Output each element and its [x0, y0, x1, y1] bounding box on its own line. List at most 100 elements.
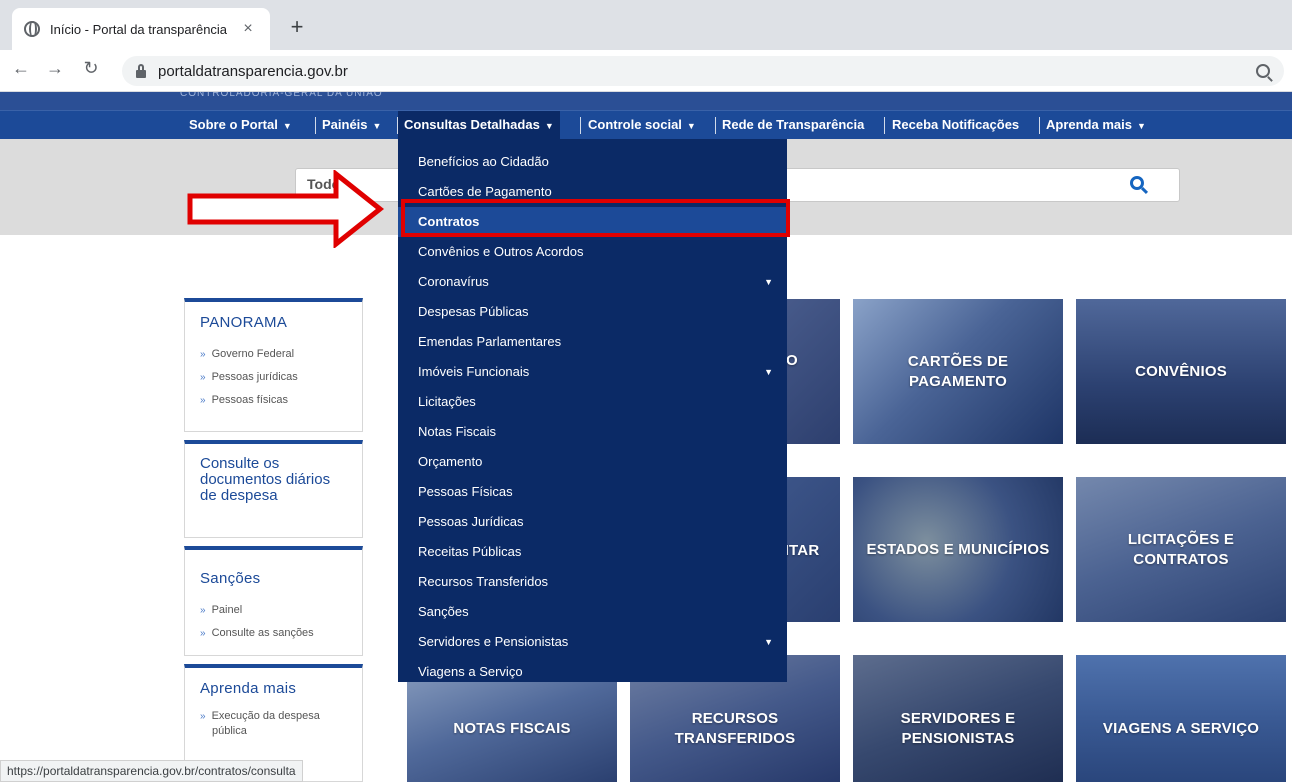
nav-label: Controle social: [588, 117, 682, 132]
nav-label: Rede de Transparência: [722, 117, 865, 132]
documentos-card[interactable]: Consulte os documentos diários de despes…: [184, 440, 363, 538]
caret-down-icon: ▼: [1136, 121, 1146, 131]
sidebar-link-pessoas-juridicas[interactable]: » Pessoas jurídicas: [200, 366, 347, 389]
menu-item-servidores[interactable]: Servidores e Pensionistas ▼: [398, 627, 787, 657]
menu-item-notas-fiscais[interactable]: Notas Fiscais: [398, 417, 787, 447]
menu-item-label: Benefícios ao Cidadão: [418, 154, 549, 169]
nav-sobre-o-portal[interactable]: Sobre o Portal ▼: [189, 111, 292, 140]
nav-label: Consultas Detalhadas: [404, 117, 540, 132]
sidebar-link-execucao[interactable]: » Execução da despesa pública: [200, 709, 347, 739]
aprenda-mais-title: Aprenda mais: [200, 680, 297, 697]
caret-down-icon: ▼: [764, 637, 773, 647]
link-label: Pessoas físicas: [211, 394, 288, 406]
menu-item-label: Imóveis Funcionais: [418, 364, 530, 379]
nav-label: Sobre o Portal: [189, 117, 278, 132]
sidebar-link-consulte-sancoes[interactable]: » Consulte as sanções: [200, 622, 347, 645]
tile-label: VIAGENS A SERVIÇO: [1102, 719, 1260, 737]
tile-label: SERVIDORES E PENSIONISTAS: [900, 709, 1016, 747]
nav-label: Painéis: [322, 117, 368, 132]
nav-controle-social[interactable]: Controle social ▼: [588, 111, 696, 140]
forward-arrow-icon[interactable]: →: [42, 58, 68, 79]
menu-item-label: Receitas Públicas: [418, 544, 522, 559]
tile-estados-e-municipios[interactable]: ESTADOS E MUNICÍPIOS: [853, 477, 1063, 622]
menu-item-viagens[interactable]: Viagens a Serviço: [398, 657, 787, 687]
zoom-icon[interactable]: [1256, 64, 1270, 78]
link-label: Painel: [211, 604, 243, 616]
menu-item-pessoas-fisicas[interactable]: Pessoas Físicas: [398, 477, 787, 507]
lock-icon: [136, 63, 146, 78]
tile-cartoes-de-pagamento[interactable]: CARTÕES DE PAGAMENTO: [853, 299, 1063, 444]
menu-item-orcamento[interactable]: Orçamento: [398, 447, 787, 477]
link-label: Consulte as sanções: [211, 627, 314, 639]
tab-title: Início - Portal da transparência: [50, 21, 228, 37]
tile-viagens-a-servico[interactable]: VIAGENS A SERVIÇO: [1076, 655, 1286, 782]
caret-down-icon: ▼: [544, 121, 554, 131]
browser-tab[interactable]: Início - Portal da transparência ×: [12, 8, 270, 50]
search-icon[interactable]: [1130, 176, 1144, 190]
nav-paineis[interactable]: Painéis ▼: [322, 111, 381, 140]
globe-icon: [24, 21, 40, 37]
nav-aprenda-mais[interactable]: Aprenda mais ▼: [1046, 111, 1146, 140]
menu-item-coronavirus[interactable]: Coronavírus ▼: [398, 267, 787, 297]
menu-item-label: Recursos Transferidos: [418, 574, 549, 589]
menu-item-recursos[interactable]: Recursos Transferidos: [398, 567, 787, 597]
nav-label: Receba Notificações: [892, 117, 1020, 132]
menu-item-receitas[interactable]: Receitas Públicas: [398, 537, 787, 567]
menu-item-convenios[interactable]: Convênios e Outros Acordos: [398, 237, 787, 267]
tile-convenios[interactable]: CONVÊNIOS: [1076, 299, 1286, 444]
menu-item-label: Viagens a Serviço: [418, 664, 523, 679]
tile-label: CONVÊNIOS: [1135, 362, 1227, 380]
chevron-right-icon: »: [200, 372, 206, 383]
tab-close-icon[interactable]: ×: [238, 20, 258, 38]
new-tab-button[interactable]: +: [282, 14, 312, 40]
caret-down-icon: ▼: [372, 121, 382, 131]
tile-label: ESTADOS E MUNICÍPIOS: [866, 540, 1050, 558]
browser-tab-bar: Início - Portal da transparência × +: [0, 0, 1292, 50]
menu-item-label: Notas Fiscais: [418, 424, 497, 439]
url-text: portaldatransparencia.gov.br: [158, 62, 348, 80]
menu-item-label: Despesas Públicas: [418, 304, 529, 319]
main-nav: Sobre o Portal ▼ Painéis ▼ Consultas Detal…: [0, 110, 1292, 140]
panorama-card: PANORAMA » Governo Federal » Pessoas juríd…: [184, 298, 363, 432]
tile-label: O: [786, 352, 798, 369]
tile-servidores-e-pensionistas[interactable]: SERVIDORES E PENSIONISTAS: [853, 655, 1063, 782]
tile-label: RECURSOS TRANSFERIDOS: [674, 709, 796, 747]
nav-divider: [1039, 117, 1040, 134]
menu-item-label: Orçamento: [418, 454, 483, 469]
sancoes-title: Sanções: [200, 570, 261, 587]
panorama-title: PANORAMA: [200, 314, 288, 331]
documentos-title: Consulte os documentos diários de despes…: [200, 455, 331, 504]
nav-divider: [715, 117, 716, 134]
sidebar-link-governo-federal[interactable]: » Governo Federal: [200, 343, 347, 366]
menu-item-label: Pessoas Físicas: [418, 484, 513, 499]
tile-label: NOTAS FISCAIS: [453, 719, 571, 737]
menu-item-emendas[interactable]: Emendas Parlamentares: [398, 327, 787, 357]
menu-item-despesas[interactable]: Despesas Públicas: [398, 297, 787, 327]
reload-icon[interactable]: ↻: [78, 58, 104, 79]
link-label: Pessoas jurídicas: [211, 371, 298, 383]
menu-item-sancoes[interactable]: Sanções: [398, 597, 787, 627]
menu-item-label: Sanções: [418, 604, 469, 619]
menu-item-label: Pessoas Jurídicas: [418, 514, 524, 529]
nav-consultas-detalhadas[interactable]: Consultas Detalhadas ▼: [398, 111, 560, 140]
menu-item-label: Cartões de Pagamento: [418, 184, 552, 199]
tile-licitacoes-e-contratos[interactable]: LICITAÇÕES E CONTRATOS: [1076, 477, 1286, 622]
menu-item-beneficios[interactable]: Benefícios ao Cidadão: [398, 147, 787, 177]
nav-receba-notificacoes[interactable]: Receba Notificações: [892, 111, 1019, 140]
nav-divider: [884, 117, 885, 134]
nav-rede-de-transparencia[interactable]: Rede de Transparência: [722, 111, 864, 140]
menu-item-label: Servidores e Pensionistas: [418, 634, 569, 649]
menu-item-licitacoes[interactable]: Licitações: [398, 387, 787, 417]
chevron-right-icon: »: [200, 395, 206, 406]
link-label: Governo Federal: [211, 348, 295, 360]
menu-item-pessoas-juridicas[interactable]: Pessoas Jurídicas: [398, 507, 787, 537]
address-bar: ← → ↻ portaldatransparencia.gov.br: [0, 50, 1292, 92]
caret-down-icon: ▼: [764, 277, 773, 287]
sidebar-link-pessoas-fisicas[interactable]: » Pessoas físicas: [200, 389, 347, 412]
sancoes-card: Sanções » Painel » Consulte as sanções: [184, 546, 363, 656]
back-arrow-icon[interactable]: ←: [8, 58, 34, 79]
menu-item-imoveis[interactable]: Imóveis Funcionais ▼: [398, 357, 787, 387]
sidebar-link-painel[interactable]: » Painel: [200, 599, 347, 622]
url-field[interactable]: portaldatransparencia.gov.br: [122, 56, 1284, 86]
link-label: Execução da despesa pública: [211, 710, 320, 737]
